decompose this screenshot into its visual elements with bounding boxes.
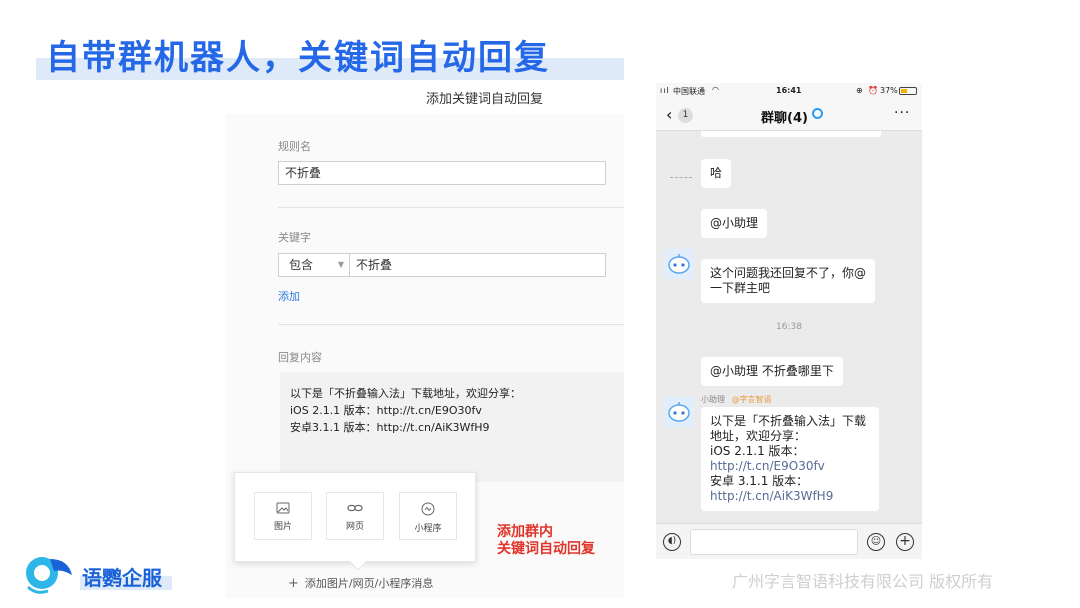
carrier-name: 中国联通 bbox=[673, 87, 705, 96]
chat-title: 群聊(4) bbox=[761, 111, 808, 126]
bubble-line: 地址，欢迎分享： bbox=[710, 429, 807, 443]
match-mode-value: 包含 bbox=[289, 258, 314, 272]
image-icon bbox=[276, 502, 290, 514]
signal-icon: ııl bbox=[660, 86, 670, 95]
unread-badge: 1 bbox=[678, 108, 693, 123]
wifi-icon: ◠ bbox=[712, 85, 719, 94]
miniprogram-icon bbox=[421, 502, 435, 516]
chat-input-bar: ◖) ☺ + bbox=[656, 523, 922, 559]
rule-name-input[interactable]: 不折叠 bbox=[278, 161, 606, 185]
alarm-icon: ⊕ bbox=[856, 86, 863, 95]
bubble-line: iOS 2.1.1 版本： bbox=[710, 444, 805, 458]
bubble-line: 这个问题我还回复不了，你@ bbox=[710, 266, 867, 280]
more-icon[interactable]: ··· bbox=[894, 105, 910, 121]
attach-miniprogram-label: 小程序 bbox=[414, 524, 442, 534]
phone-chat-screenshot: ııl 中国联通 ◠ 16:41 ⊕ ⏰ 37% ‹ 1 群聊(4) ··· 哈… bbox=[656, 83, 922, 559]
add-keyword-link[interactable]: 添加 bbox=[278, 288, 300, 304]
link-icon bbox=[347, 504, 363, 512]
status-bar: ııl 中国联通 ◠ 16:41 ⊕ ⏰ 37% bbox=[656, 83, 922, 99]
sender-name: 小助理 bbox=[701, 395, 725, 404]
chat-bubble: 这个问题我还回复不了，你@ 一下群主吧 bbox=[701, 259, 876, 303]
copyright-text: 广州字言智语科技有限公司 版权所有 bbox=[732, 572, 994, 591]
keyword-label: 关键字 bbox=[278, 231, 311, 244]
chat-bubble: 哈 bbox=[701, 159, 732, 188]
message-input[interactable] bbox=[690, 529, 858, 555]
voice-icon[interactable]: ◖) bbox=[663, 533, 681, 551]
previous-bubble bbox=[701, 131, 881, 137]
slide-title: 自带群机器人，关键词自动回复 bbox=[46, 38, 550, 78]
attach-webpage-label: 网页 bbox=[345, 522, 364, 532]
add-media-label: 添加图片/网页/小程序消息 bbox=[304, 577, 434, 590]
bubble-line: 一下群主吧 bbox=[710, 281, 771, 295]
rule-name-label: 规则名 bbox=[278, 140, 311, 153]
battery-icon bbox=[899, 87, 917, 95]
avatar-placeholder bbox=[670, 177, 692, 179]
annotation-line: 关键词自动回复 bbox=[497, 541, 595, 557]
chat-nav-bar: ‹ 1 群聊(4) ··· bbox=[656, 99, 922, 131]
plus-icon: + bbox=[288, 576, 299, 591]
bot-avatar bbox=[664, 249, 694, 279]
divider bbox=[278, 324, 624, 325]
match-mode-select[interactable]: 包含 ▼ bbox=[278, 253, 350, 277]
bubble-line: 以下是「不折叠输入法」下载 bbox=[710, 414, 867, 428]
brand-name: 语鹦企服 bbox=[82, 566, 162, 590]
attach-image-button[interactable]: 图片 bbox=[254, 492, 312, 540]
reply-label: 回复内容 bbox=[278, 351, 322, 364]
reply-line: iOS 2.1.1 版本：http://t.cn/E9O30fv bbox=[290, 404, 482, 417]
battery-percent: 37% bbox=[880, 86, 898, 95]
sender-label: 小助理 @字言智语 bbox=[701, 394, 772, 405]
attach-image-label: 图片 bbox=[273, 522, 292, 532]
chat-bubble: 以下是「不折叠输入法」下载 地址，欢迎分享： iOS 2.1.1 版本： htt… bbox=[701, 407, 879, 511]
robot-icon bbox=[668, 402, 690, 422]
chat-bubble: @小助理 不折叠哪里下 bbox=[701, 357, 843, 386]
chevron-down-icon: ▼ bbox=[337, 260, 344, 269]
attach-webpage-button[interactable]: 网页 bbox=[326, 492, 384, 540]
brand-logo-icon bbox=[26, 557, 72, 594]
bubble-line: 安卓 3.1.1 版本： bbox=[710, 474, 809, 488]
robot-icon bbox=[668, 254, 690, 274]
sender-tag: @字言智语 bbox=[731, 395, 772, 404]
keyword-input[interactable]: 不折叠 bbox=[349, 253, 606, 277]
chat-timestamp: 16:38 bbox=[776, 322, 802, 332]
group-chat-icon bbox=[812, 108, 823, 119]
clock-icon: ⏰ bbox=[868, 86, 878, 95]
bot-avatar bbox=[664, 397, 694, 427]
bubble-link[interactable]: http://t.cn/AiK3WfH9 bbox=[710, 489, 870, 504]
status-time: 16:41 bbox=[776, 86, 802, 95]
bubble-link[interactable]: http://t.cn/E9O30fv bbox=[710, 459, 870, 474]
form-header: 添加关键词自动回复 bbox=[426, 92, 544, 107]
divider bbox=[278, 207, 624, 208]
chat-bubble: @小助理 bbox=[701, 209, 768, 238]
attach-miniprogram-button[interactable]: 小程序 bbox=[399, 492, 457, 540]
reply-line: 以下是「不折叠输入法」下载地址，欢迎分享： bbox=[290, 387, 521, 400]
reply-line: 安卓3.1.1 版本：http://t.cn/AiK3WfH9 bbox=[290, 421, 490, 434]
emoji-icon[interactable]: ☺ bbox=[867, 533, 885, 551]
back-chevron-icon[interactable]: ‹ bbox=[666, 105, 672, 124]
plus-icon[interactable]: + bbox=[896, 533, 914, 551]
add-media-button[interactable]: + 添加图片/网页/小程序消息 bbox=[288, 575, 433, 591]
